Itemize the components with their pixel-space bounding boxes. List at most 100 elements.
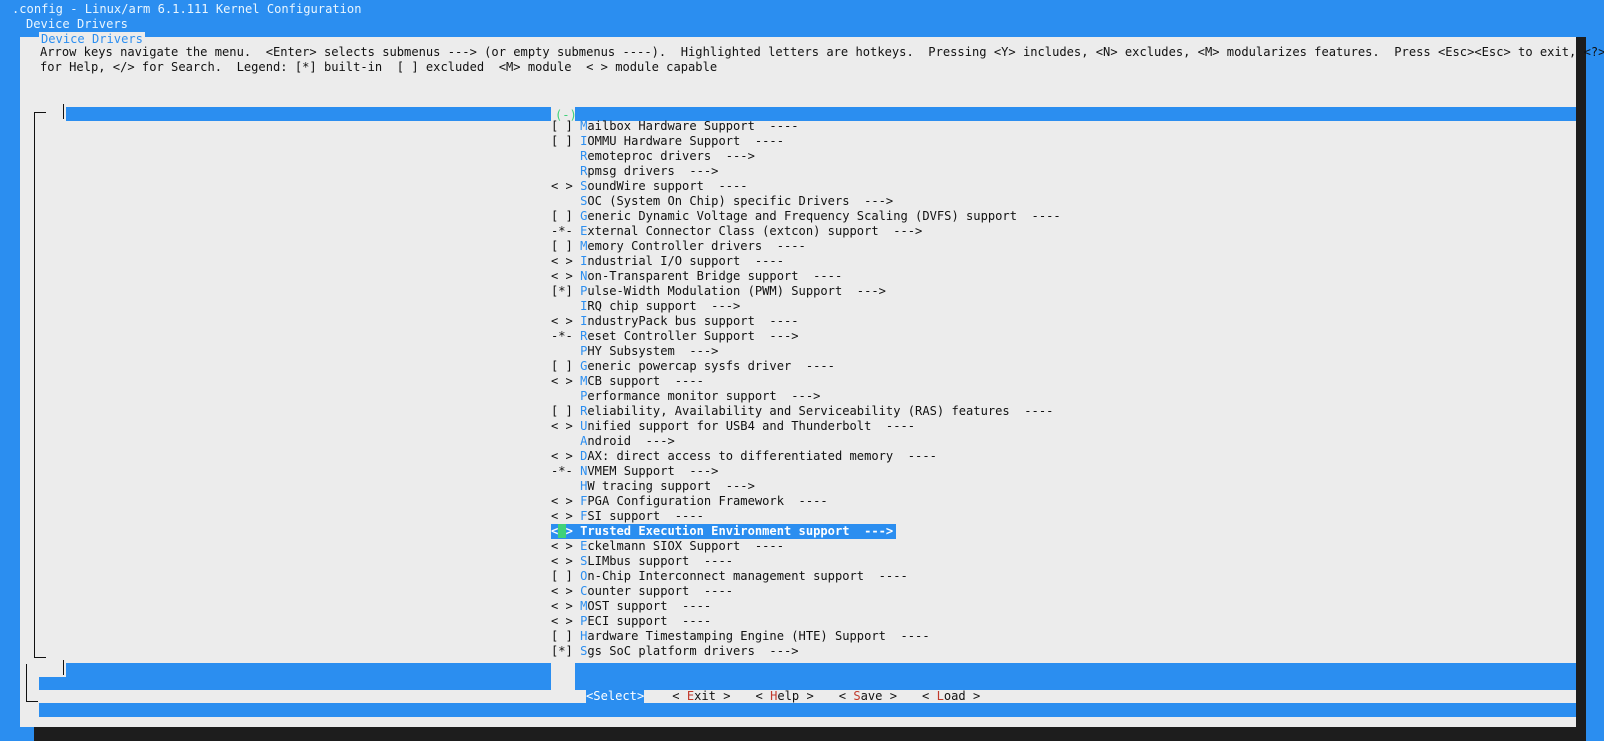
menu-item-option: < > bbox=[551, 614, 581, 628]
button-frame-corner bbox=[26, 701, 38, 702]
menu-item[interactable]: < > MCB support ---- bbox=[551, 374, 1061, 389]
menu-item[interactable]: [ ] Generic powercap sysfs driver ---- bbox=[551, 359, 1061, 374]
menu-item-label: AX: direct access to differentiated memo… bbox=[587, 449, 937, 463]
menu-item-option: < > bbox=[551, 374, 581, 388]
menu-item[interactable]: < > Counter support ---- bbox=[551, 584, 1061, 599]
menu-item[interactable]: < > PECI support ---- bbox=[551, 614, 1061, 629]
menu-item[interactable]: < > Eckelmann SIOX Support ---- bbox=[551, 539, 1061, 554]
menu-dialog: Device Drivers Arrow keys navigate the m… bbox=[20, 32, 1604, 727]
menu-item[interactable]: [ ] Memory Controller drivers ---- bbox=[551, 239, 1061, 254]
menu-item[interactable]: < > MOST support ---- bbox=[551, 599, 1061, 614]
menu-item[interactable]: < > Industrial I/O support ---- bbox=[551, 254, 1061, 269]
button-hotkey: S bbox=[853, 689, 861, 703]
menu-item-option: [ ] bbox=[551, 404, 581, 418]
button-label: ave bbox=[860, 689, 883, 703]
dialog-shadow-right bbox=[1576, 37, 1586, 741]
menu-item[interactable]: < > Unified support for USB4 and Thunder… bbox=[551, 419, 1061, 434]
menu-item-option: < > bbox=[551, 314, 581, 328]
menu-item[interactable]: [*] Pulse-Width Modulation (PWM) Support… bbox=[551, 284, 1061, 299]
exit-button[interactable]: < Exit > bbox=[672, 689, 730, 704]
menu-item[interactable]: IRQ chip support ---> bbox=[551, 299, 1061, 314]
help-text-line-1: Arrow keys navigate the menu. <Enter> se… bbox=[40, 45, 1604, 59]
menu-item-option-right: > bbox=[565, 524, 581, 538]
menu-list: [ ] Mailbox Hardware Support ----[ ] IOM… bbox=[551, 119, 1061, 659]
menu-item-option: [ ] bbox=[551, 119, 581, 133]
menu-item[interactable]: [ ] Generic Dynamic Voltage and Frequenc… bbox=[551, 209, 1061, 224]
menu-item[interactable]: PHY Subsystem ---> bbox=[551, 344, 1061, 359]
menu-item[interactable]: < > Trusted Execution Environment suppor… bbox=[551, 524, 897, 539]
menu-item-option: [*] bbox=[551, 644, 581, 658]
list-frame-left bbox=[34, 112, 35, 658]
button-bracket-left: < bbox=[922, 689, 937, 703]
menu-item[interactable]: < > FPGA Configuration Framework ---- bbox=[551, 494, 1061, 509]
load-button[interactable]: < Load > bbox=[922, 689, 980, 704]
button-bracket-right: > bbox=[965, 689, 981, 703]
help-button[interactable]: < Help > bbox=[756, 689, 814, 704]
button-label: elect bbox=[600, 689, 637, 703]
menu-item-option: < > bbox=[551, 269, 581, 283]
menu-item-label: ulse-Width Modulation (PWM) Support ---> bbox=[587, 284, 886, 298]
menu-item-option: < > bbox=[551, 584, 581, 598]
menu-item-option: < > bbox=[551, 554, 581, 568]
menu-item-label: xternal Connector Class (extcon) support… bbox=[587, 224, 923, 238]
menu-item-option bbox=[551, 479, 580, 493]
menu-item[interactable]: HW tracing support ---> bbox=[551, 479, 1061, 494]
menu-item-option bbox=[551, 344, 580, 358]
menu-item-label: ounter support ---- bbox=[587, 584, 734, 598]
menu-item[interactable]: Rpmsg drivers ---> bbox=[551, 164, 1061, 179]
menu-item[interactable]: SOC (System On Chip) specific Drivers --… bbox=[551, 194, 1061, 209]
menu-item-label: ailbox Hardware Support ---- bbox=[587, 119, 799, 133]
menu-item-label: OMMU Hardware Support ---- bbox=[587, 134, 784, 148]
menu-item[interactable]: < > SLIMbus support ---- bbox=[551, 554, 1061, 569]
menu-item[interactable]: [ ] IOMMU Hardware Support ---- bbox=[551, 134, 1061, 149]
button-bracket-right: > bbox=[799, 689, 814, 703]
menu-item-option: < > bbox=[551, 494, 581, 508]
menu-item[interactable]: Remoteproc drivers ---> bbox=[551, 149, 1061, 164]
menu-item-option: < > bbox=[551, 179, 581, 193]
menu-item-label: emoteproc drivers ---> bbox=[587, 149, 755, 163]
menu-item[interactable]: [*] Sgs SoC platform drivers ---> bbox=[551, 644, 1061, 659]
menu-item-label: nified support for USB4 and Thunderbolt … bbox=[587, 419, 916, 433]
menu-item[interactable]: < > FSI support ---- bbox=[551, 509, 1061, 524]
list-frame-tick-bottom bbox=[63, 660, 64, 675]
select-button[interactable]: <Select> bbox=[586, 689, 645, 704]
menu-item-option: [*] bbox=[551, 284, 581, 298]
save-button[interactable]: < Save > bbox=[839, 689, 897, 704]
menu-item-option: < > bbox=[551, 419, 581, 433]
menu-item[interactable]: -*- NVMEM Support ---> bbox=[551, 464, 1061, 479]
menu-item-option bbox=[551, 389, 580, 403]
menu-item-label: oundWire support ---- bbox=[587, 179, 748, 193]
menu-item-label: W tracing support ---> bbox=[587, 479, 755, 493]
menu-item[interactable]: Performance monitor support ---> bbox=[551, 389, 1061, 404]
menu-item-label: n-Chip Interconnect management support -… bbox=[587, 569, 908, 583]
menu-item[interactable]: [ ] Mailbox Hardware Support ---- bbox=[551, 119, 1061, 134]
menu-item-label: eset Controller Support ---> bbox=[587, 329, 799, 343]
menu-item[interactable]: < > SoundWire support ---- bbox=[551, 179, 1061, 194]
menu-item[interactable]: [ ] Reliability, Availability and Servic… bbox=[551, 404, 1061, 419]
button-bracket-left: < bbox=[672, 689, 687, 703]
menu-item-label: on-Transparent Bridge support ---- bbox=[587, 269, 843, 283]
menu-item-label: gs SoC platform drivers ---> bbox=[587, 644, 799, 658]
dialog-shadow-bottom bbox=[34, 727, 1586, 741]
menu-item[interactable]: [ ] Hardware Timestamping Engine (HTE) S… bbox=[551, 629, 1061, 644]
menu-item[interactable]: < > DAX: direct access to differentiated… bbox=[551, 449, 1061, 464]
menu-item[interactable]: < > IndustryPack bus support ---- bbox=[551, 314, 1061, 329]
menu-item-label: emory Controller drivers ---- bbox=[587, 239, 806, 253]
list-frame-tick-top bbox=[63, 104, 64, 119]
selection-cursor bbox=[558, 524, 566, 538]
menu-item-label: rusted Execution Environment support ---… bbox=[587, 524, 894, 538]
button-hotkey: E bbox=[686, 689, 695, 703]
menu-item[interactable]: [ ] On-Chip Interconnect management supp… bbox=[551, 569, 1061, 584]
menu-item[interactable]: < > Non-Transparent Bridge support ---- bbox=[551, 269, 1061, 284]
menu-item-option: [ ] bbox=[551, 134, 581, 148]
button-label: xit bbox=[694, 689, 716, 703]
menu-item-option bbox=[551, 299, 580, 313]
window-title: .config - Linux/arm 6.1.111 Kernel Confi… bbox=[12, 2, 362, 16]
menu-item-label: OST support ---- bbox=[587, 599, 712, 613]
menu-item-option: -*- bbox=[551, 329, 581, 343]
help-text-line-2: for Help, </> for Search. Legend: [*] bu… bbox=[40, 60, 718, 74]
menu-item[interactable]: Android ---> bbox=[551, 434, 1061, 449]
menu-item[interactable]: -*- Reset Controller Support ---> bbox=[551, 329, 1061, 344]
menu-item[interactable]: -*- External Connector Class (extcon) su… bbox=[551, 224, 1061, 239]
menu-item-option: [ ] bbox=[551, 239, 581, 253]
